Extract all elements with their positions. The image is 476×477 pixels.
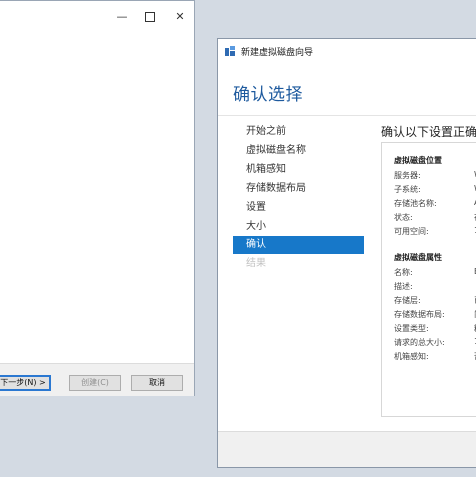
background-window-titlebar: — ✕	[0, 1, 194, 33]
maximize-icon	[145, 12, 155, 22]
cancel-button[interactable]: 取消	[131, 375, 183, 391]
header-divider	[218, 115, 476, 116]
summary-label: 存储池名称:	[394, 199, 437, 208]
nav-step-size[interactable]: 大小	[233, 218, 364, 236]
summary-section-location: 虚拟磁盘位置	[394, 156, 442, 165]
summary-label: 子系统:	[394, 185, 421, 194]
background-window: — ✕ 下一步(N) > 创建(C) 取消	[0, 0, 195, 396]
wizard-footer	[218, 431, 476, 467]
page-heading: 确认选择	[233, 85, 303, 105]
maximize-button[interactable]	[136, 7, 164, 27]
summary-label: 状态:	[394, 213, 413, 222]
confirmation-instruction: 确认以下设置正确	[381, 125, 476, 139]
summary-label: 描述:	[394, 282, 413, 291]
summary-label: 存储数据布局:	[394, 310, 445, 319]
create-button[interactable]: 创建(C)	[69, 375, 121, 391]
wizard-title: 新建虚拟磁盘向导	[241, 48, 314, 58]
nav-step-provisioning[interactable]: 设置	[233, 199, 364, 217]
summary-label: 存储层:	[394, 296, 421, 305]
minimize-button[interactable]: —	[108, 7, 136, 27]
summary-label: 名称:	[394, 268, 413, 277]
summary-label: 可用空间:	[394, 227, 429, 236]
virtual-disk-icon	[225, 46, 236, 56]
wizard-titlebar: 新建虚拟磁盘向导	[218, 39, 476, 65]
new-virtual-disk-wizard: 新建虚拟磁盘向导 确认选择 开始之前 虚拟磁盘名称 机箱感知 存储数据布局 设置…	[217, 38, 476, 468]
nav-step-before-you-begin[interactable]: 开始之前	[233, 123, 364, 141]
close-button[interactable]: ✕	[166, 7, 194, 27]
nav-step-confirmation[interactable]: 确认	[233, 236, 364, 254]
summary-label: 设置类型:	[394, 324, 429, 333]
summary-label: 请求的总大小:	[394, 338, 445, 347]
confirmation-summary-panel: 虚拟磁盘位置 服务器: W 子系统: W 存储池名称: A 状态: 在 可用空间…	[381, 142, 476, 417]
nav-step-storage-layout[interactable]: 存储数据布局	[233, 180, 364, 198]
summary-label: 服务器:	[394, 171, 421, 180]
background-window-footer: 下一步(N) > 创建(C) 取消	[0, 363, 194, 396]
summary-label: 机箱感知:	[394, 352, 429, 361]
nav-step-enclosure-awareness[interactable]: 机箱感知	[233, 161, 364, 179]
next-button[interactable]: 下一步(N) >	[0, 375, 51, 391]
nav-step-results: 结果	[246, 258, 266, 269]
summary-section-properties: 虚拟磁盘属性	[394, 253, 442, 262]
nav-step-virtual-disk-name[interactable]: 虚拟磁盘名称	[233, 142, 364, 160]
